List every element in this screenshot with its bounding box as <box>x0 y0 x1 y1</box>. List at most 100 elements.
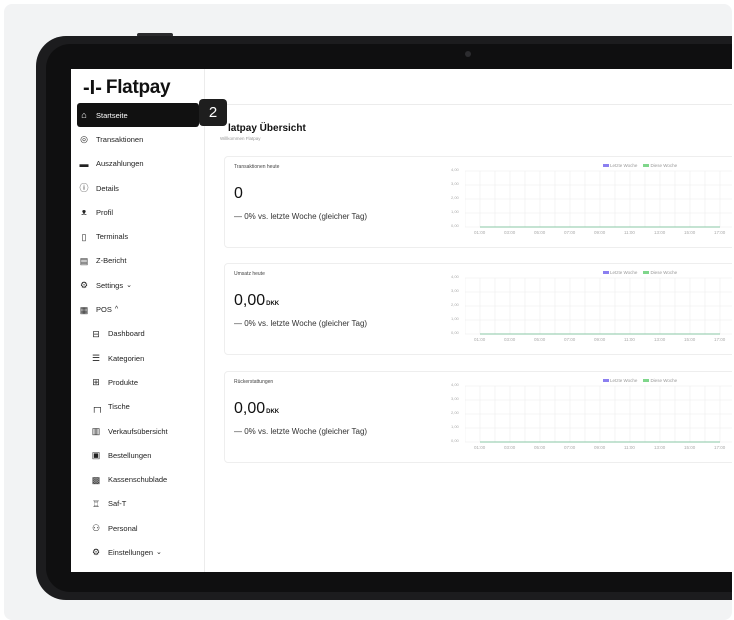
x-tick-label: 13:00 <box>654 230 666 235</box>
x-tick-label: 15:00 <box>684 230 696 235</box>
x-tick-label: 03:00 <box>504 445 516 450</box>
sidebar-item-produkte[interactable]: ⊞ Produkte <box>77 370 199 394</box>
sidebar-item-verkaufs-bersicht[interactable]: ▥ Verkaufsübersicht <box>77 419 199 443</box>
legend-label: Diese Woche <box>650 378 678 383</box>
report-icon: ▤ <box>79 255 89 266</box>
x-tick-label: 15:00 <box>684 337 696 342</box>
sidebar-item-bestellungen[interactable]: ▣ Bestellungen <box>77 443 199 467</box>
chart-legend: Letzte Woche Diese Woche <box>603 270 677 275</box>
x-tick-label: 17:00 <box>714 230 726 235</box>
home-icon: ⌂ <box>81 110 87 121</box>
card-title: Rückerstattungen <box>234 379 274 385</box>
sidebar-item-label: Tische <box>108 402 130 412</box>
card-value-number: 0,00 <box>234 292 266 309</box>
card-delta: — 0% vs. letzte Woche (gleicher Tag) <box>234 319 368 328</box>
x-tick-label: 13:00 <box>654 445 666 450</box>
legend-label: Diese Woche <box>650 270 678 275</box>
card-value: 0,00DKK <box>234 292 279 310</box>
chart-grid <box>465 277 732 335</box>
sidebar-item-auszahlungen[interactable]: ▬ Auszahlungen <box>77 152 199 176</box>
summary-card: Transaktionen heute 0 — 0% vs. letzte Woch… <box>224 156 732 248</box>
info-icon: ⓘ <box>79 183 89 194</box>
coin-icon: ◎ <box>80 134 88 145</box>
sidebar-item-pos[interactable]: ▦ POS ^ <box>77 297 199 321</box>
card-icon: ▬ <box>79 158 89 169</box>
x-tick-label: 11:00 <box>624 230 635 235</box>
chart-grid <box>465 385 732 443</box>
brand-logo[interactable]: -I- Flatpay <box>83 77 171 99</box>
card-title: Transaktionen heute <box>234 164 280 170</box>
sidebar-item-tische[interactable]: ┌┐ Tische <box>77 395 199 419</box>
stage-background: -I- Flatpay ⌂ Startseite ◎ Transaktionen ▬ Au… <box>4 4 732 620</box>
x-tick-label: 01:00 <box>474 230 486 235</box>
y-tick-label: 1,00 <box>451 316 459 321</box>
sidebar-item-label: Transaktionen <box>96 134 144 144</box>
page-title: latpay Übersicht <box>228 123 306 134</box>
card-delta: — 0% vs. letzte Woche (gleicher Tag) <box>234 212 368 221</box>
sidebar-item-z-bericht[interactable]: ▤ Z-Bericht <box>77 249 199 273</box>
sidebar-item-transaktionen[interactable]: ◎ Transaktionen <box>77 127 199 151</box>
sidebar-item-profil[interactable]: ᴥ Profil <box>77 200 199 224</box>
sidebar-item-saf-t[interactable]: ♖ Saf-T <box>77 492 199 516</box>
sidebar-item-personal[interactable]: ⚇ Personal <box>77 516 199 540</box>
y-tick-label: 2,00 <box>451 410 459 415</box>
sidebar-item-kassenschublade[interactable]: ▩ Kassenschublade <box>77 467 199 491</box>
x-tick-label: 13:00 <box>654 337 666 342</box>
x-tick-label: 11:00 <box>624 445 635 450</box>
sidebar-item-terminals[interactable]: ▯ Terminals <box>77 224 199 248</box>
sidebar-item-dashboard[interactable]: ⊟ Dashboard <box>77 322 199 346</box>
y-tick-label: 1,00 <box>451 424 459 429</box>
sidebar-item-label: Auszahlungen <box>96 159 144 169</box>
sidebar-item-label: Dashboard <box>108 329 145 339</box>
legend-label: Letzte Woche <box>610 163 638 168</box>
summary-card: Umsatz heute 0,00DKK — 0% vs. letzte Woche… <box>224 263 732 355</box>
chevron-icon: ^ <box>114 306 119 314</box>
dashboard-icon: ⊟ <box>92 328 100 339</box>
sidebar-item-settings[interactable]: ⚙ Settings ⌄ <box>77 273 199 297</box>
x-tick-label: 05:00 <box>534 230 546 235</box>
x-tick-label: 05:00 <box>534 445 546 450</box>
x-tick-label: 11:00 <box>624 337 635 342</box>
app-screen: -I- Flatpay ⌂ Startseite ◎ Transaktionen ▬ Au… <box>71 69 732 572</box>
user-icon: ᴥ <box>81 207 87 218</box>
sidebar-item-startseite[interactable]: ⌂ Startseite <box>77 103 199 128</box>
y-tick-label: 0,00 <box>451 223 459 228</box>
legend-swatch <box>643 271 650 275</box>
y-tick-label: 0,00 <box>451 438 459 443</box>
brand-name: Flatpay <box>105 77 171 98</box>
sidebar-item-label: Verkaufsübersicht <box>108 426 168 436</box>
chevron-icon: ⌄ <box>126 282 132 290</box>
legend-last-week: Letzte Woche <box>603 163 637 168</box>
x-tick-label: 05:00 <box>534 337 546 342</box>
card-currency: DKK <box>266 409 280 415</box>
x-tick-label: 03:00 <box>504 337 516 342</box>
sidebar-item-einstellungen[interactable]: ⚙ Einstellungen ⌄ <box>77 540 199 564</box>
y-tick-label: 4,00 <box>451 382 459 387</box>
sidebar-item-label: Profil <box>96 207 114 217</box>
saft-icon: ♖ <box>91 498 101 509</box>
sidebar-item-label: POS <box>96 305 112 315</box>
sidebar-item-label: Saf-T <box>108 499 127 509</box>
y-tick-label: 4,00 <box>451 274 459 279</box>
sidebar-item-details[interactable]: ⓘ Details <box>77 176 199 200</box>
line-chart: Letzte Woche Diese Woche 4,00 3,00 2,00 1,00 0… <box>451 378 732 460</box>
sidebar-item-kategorien[interactable]: ☰ Kategorien <box>77 346 199 370</box>
legend-label: Diese Woche <box>650 163 678 168</box>
grid-icon: ⊞ <box>92 377 100 388</box>
topbar: FL <box>205 69 732 105</box>
y-tick-label: 4,00 <box>451 167 459 172</box>
people-icon: ⚇ <box>91 523 101 534</box>
sidebar-item-label: Personal <box>108 523 138 533</box>
card-value: 0,00DKK <box>234 400 279 418</box>
x-tick-label: 17:00 <box>714 337 726 342</box>
x-tick-label: 17:00 <box>714 445 726 450</box>
legend-swatch <box>603 379 609 383</box>
x-tick-label: 01:00 <box>474 445 486 450</box>
sidebar-item-label: Startseite <box>96 110 128 120</box>
line-chart: Letzte Woche Diese Woche 4,00 3,00 2,00 1,00 0… <box>451 270 732 352</box>
sidebar-item-label: Terminals <box>96 232 129 242</box>
x-tick-label: 09:00 <box>594 230 606 235</box>
drawer-icon: ▩ <box>91 474 101 485</box>
legend-this-week: Diese Woche <box>643 270 677 275</box>
sidebar-item-label: Details <box>96 183 119 193</box>
